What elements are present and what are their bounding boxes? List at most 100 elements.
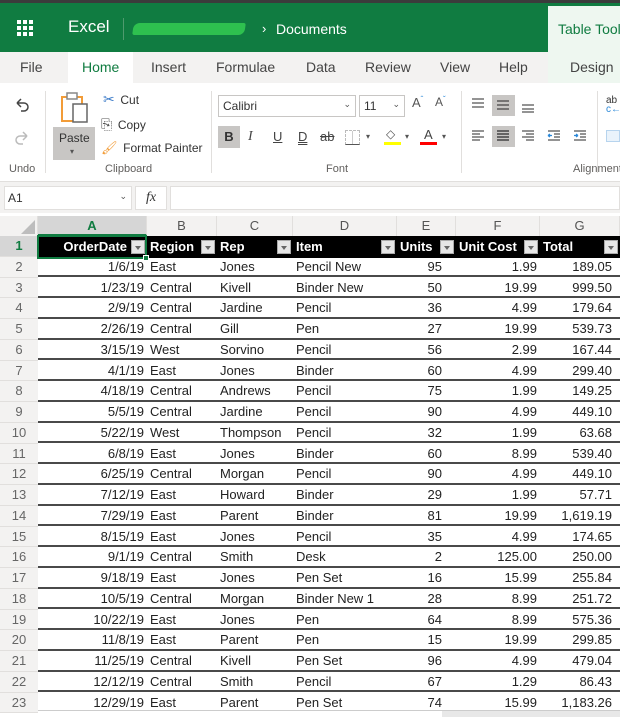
cell-total[interactable]: 449.10: [540, 464, 620, 484]
cell-total[interactable]: 299.40: [540, 361, 620, 381]
cell-region[interactable]: East: [147, 444, 217, 464]
filter-dropdown-icon[interactable]: [604, 240, 618, 254]
cell-units[interactable]: 60: [397, 444, 456, 464]
cell-item[interactable]: Pencil New: [293, 257, 397, 277]
row-header-14[interactable]: 14: [0, 505, 38, 527]
cell-rep[interactable]: Jones: [217, 527, 293, 547]
row-header-10[interactable]: 10: [0, 422, 38, 444]
cell-region[interactable]: Central: [147, 547, 217, 567]
cell-unit-cost[interactable]: 1.99: [456, 423, 540, 443]
cell-unit-cost[interactable]: 19.99: [456, 278, 540, 298]
cell-orderdate[interactable]: 11/8/19: [38, 630, 147, 650]
cell-rep[interactable]: Smith: [217, 547, 293, 567]
cell-rep[interactable]: Sorvino: [217, 340, 293, 360]
align-middle-button[interactable]: [492, 95, 515, 116]
cell-total[interactable]: 999.50: [540, 278, 620, 298]
tab-file[interactable]: File: [8, 52, 55, 83]
cell-orderdate[interactable]: 9/1/19: [38, 547, 147, 567]
cell-orderdate[interactable]: 6/25/19: [38, 464, 147, 484]
cell-region[interactable]: Central: [147, 651, 217, 671]
row-header-19[interactable]: 19: [0, 609, 38, 631]
align-left-icon[interactable]: [470, 129, 486, 143]
cut-button[interactable]: ✂ Cut: [103, 91, 139, 108]
cell-units[interactable]: 60: [397, 361, 456, 381]
cell-total[interactable]: 299.85: [540, 630, 620, 650]
cell-item[interactable]: Pencil: [293, 423, 397, 443]
cell-item[interactable]: Desk: [293, 547, 397, 567]
cell-item[interactable]: Binder New 1: [293, 589, 397, 609]
cell-item[interactable]: Pen: [293, 610, 397, 630]
cell-orderdate[interactable]: 2/9/19: [38, 298, 147, 318]
row-header-3[interactable]: 3: [0, 277, 38, 299]
tab-review[interactable]: Review: [353, 52, 423, 83]
cell-item[interactable]: Binder: [293, 506, 397, 526]
cell-region[interactable]: Central: [147, 298, 217, 318]
tab-design[interactable]: Design: [548, 52, 620, 83]
row-header-22[interactable]: 22: [0, 671, 38, 693]
font-name-dropdown[interactable]: Calibri ⌄: [218, 95, 356, 117]
tab-help[interactable]: Help: [487, 52, 540, 83]
cell-region[interactable]: East: [147, 361, 217, 381]
row-header-1[interactable]: 1: [0, 236, 38, 257]
cell-item[interactable]: Pencil: [293, 464, 397, 484]
cell-region[interactable]: Central: [147, 381, 217, 401]
tab-view[interactable]: View: [428, 52, 482, 83]
cell-rep[interactable]: Andrews: [217, 381, 293, 401]
row-header-9[interactable]: 9: [0, 402, 38, 423]
cell-orderdate[interactable]: 11/25/19: [38, 651, 147, 671]
row-header-18[interactable]: 18: [0, 588, 38, 610]
cell-unit-cost[interactable]: 1.29: [456, 672, 540, 692]
cell-orderdate[interactable]: 8/15/19: [38, 527, 147, 547]
select-all-corner[interactable]: [0, 216, 38, 236]
cell-region[interactable]: Central: [147, 589, 217, 609]
horizontal-scrollbar-thumb[interactable]: [442, 711, 620, 717]
increase-indent-icon[interactable]: [572, 129, 588, 143]
insert-function-button[interactable]: fx: [135, 186, 167, 210]
cell-item[interactable]: Pencil: [293, 298, 397, 318]
cell-rep[interactable]: Thompson: [217, 423, 293, 443]
cell-total[interactable]: 167.44: [540, 340, 620, 360]
cell-units[interactable]: 90: [397, 402, 456, 422]
cell-unit-cost[interactable]: 19.99: [456, 319, 540, 339]
cell-total[interactable]: 479.04: [540, 651, 620, 671]
cell-units[interactable]: 27: [397, 319, 456, 339]
wrap-text-icon[interactable]: ab c←: [606, 96, 620, 115]
cell-orderdate[interactable]: 1/6/19: [38, 257, 147, 277]
cell-total[interactable]: 255.84: [540, 568, 620, 588]
cell-total[interactable]: 575.36: [540, 610, 620, 630]
row-header-6[interactable]: 6: [0, 339, 38, 361]
cell-item[interactable]: Pen Set: [293, 568, 397, 588]
copy-button[interactable]: ⎘ Copy: [101, 116, 146, 133]
italic-button[interactable]: I: [248, 126, 262, 148]
cell-rep[interactable]: Jones: [217, 257, 293, 277]
cell-total[interactable]: 179.64: [540, 298, 620, 318]
cell-orderdate[interactable]: 1/23/19: [38, 278, 147, 298]
row-header-11[interactable]: 11: [0, 443, 38, 465]
cell-total[interactable]: 86.43: [540, 672, 620, 692]
cell-total[interactable]: 539.40: [540, 444, 620, 464]
double-underline-button[interactable]: D: [298, 126, 307, 148]
cell-orderdate[interactable]: 7/29/19: [38, 506, 147, 526]
cell-units[interactable]: 28: [397, 589, 456, 609]
cell-unit-cost[interactable]: 8.99: [456, 610, 540, 630]
cell-region[interactable]: Central: [147, 402, 217, 422]
cell-rep[interactable]: Gill: [217, 319, 293, 339]
cell-item[interactable]: Pencil: [293, 672, 397, 692]
cell-unit-cost[interactable]: 4.99: [456, 464, 540, 484]
cell-item[interactable]: Pencil: [293, 381, 397, 401]
cell-rep[interactable]: Smith: [217, 672, 293, 692]
cell-unit-cost[interactable]: 15.99: [456, 568, 540, 588]
cell-total[interactable]: 449.10: [540, 402, 620, 422]
cell-region[interactable]: East: [147, 257, 217, 277]
cell-units[interactable]: 95: [397, 257, 456, 277]
cell-orderdate[interactable]: 4/18/19: [38, 381, 147, 401]
cell-units[interactable]: 56: [397, 340, 456, 360]
bold-button[interactable]: B: [218, 126, 240, 148]
cell-region[interactable]: Central: [147, 672, 217, 692]
cell-region[interactable]: Central: [147, 319, 217, 339]
cell-unit-cost[interactable]: 8.99: [456, 444, 540, 464]
cell-item[interactable]: Pencil: [293, 340, 397, 360]
cell-rep[interactable]: Kivell: [217, 278, 293, 298]
row-header-12[interactable]: 12: [0, 464, 38, 485]
row-header-23[interactable]: 23: [0, 692, 38, 714]
